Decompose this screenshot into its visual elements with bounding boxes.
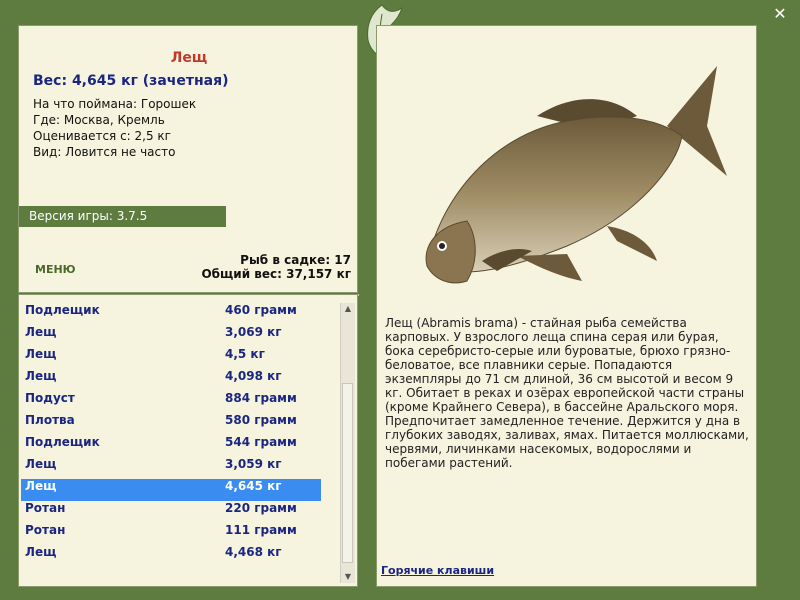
catch-fish-name: Ротан [25,501,66,515]
catch-fish-name: Подлещик [25,303,100,317]
catch-fish-name: Лещ [25,325,57,339]
sadok-total-weight: Общий вес: 37,157 кг [201,267,351,281]
catch-fish-weight: 4,468 кг [225,545,282,559]
catch-fish-weight: 4,5 кг [225,347,265,361]
catch-fish-name: Лещ [25,545,57,559]
catch-list-row[interactable]: Лещ 4,098 кг [21,369,321,391]
fish-info-panel: Лещ Вес: 4,645 кг (зачетная) На что пойм… [18,25,359,296]
catch-fish-name: Подуст [25,391,75,405]
catch-list-row[interactable]: Ротан 220 грамм [21,501,321,523]
catch-list-row[interactable]: Подлещик 460 грамм [21,303,321,325]
scrollbar[interactable]: ▲ ▼ [340,303,355,583]
catch-list-row[interactable]: Подуст 884 грамм [21,391,321,413]
catch-list-row[interactable]: Лещ 3,069 кг [21,325,321,347]
version-label: Версия игры: 3.7.5 [19,206,226,227]
catch-fish-weight: 111 грамм [225,523,297,537]
location-text: Где: Москва, Кремль [33,113,165,127]
catch-list-row[interactable]: Подлещик 544 грамм [21,435,321,457]
catch-fish-weight: 4,098 кг [225,369,282,383]
catch-fish-weight: 220 грамм [225,501,297,515]
catch-fish-weight: 544 грамм [225,435,297,449]
catch-list-row[interactable]: Лещ 4,645 кг [21,479,321,501]
kind-text: Вид: Ловится не часто [33,145,176,159]
catch-list-row[interactable]: Лещ 4,5 кг [21,347,321,369]
catch-fish-name: Лещ [25,479,57,493]
catch-fish-weight: 3,059 кг [225,457,282,471]
fish-description: Лещ (Abramis brama) - стайная рыба семей… [385,316,749,470]
catch-list-row[interactable]: Лещ 3,059 кг [21,457,321,479]
rated-from-text: Оценивается с: 2,5 кг [33,129,171,143]
catch-list-panel: Подлещик 460 грамм Лещ 3,069 кг Лещ 4,5 кг Лещ… [18,294,358,587]
hotkeys-link[interactable]: Горячие клавиши [381,564,494,577]
caught-on-text: На что поймана: Горошек [33,97,197,111]
fish-name-title: Лещ [170,50,208,66]
catch-list-row[interactable]: Плотва 580 грамм [21,413,321,435]
bream-fish-image [425,66,727,284]
catch-list-row[interactable]: Лещ 4,468 кг [21,545,321,567]
catch-list: Подлещик 460 грамм Лещ 3,069 кг Лещ 4,5 кг Лещ… [21,303,321,567]
catch-fish-name: Лещ [25,369,57,383]
catch-fish-weight: 884 грамм [225,391,297,405]
scroll-up-icon[interactable]: ▲ [341,303,355,315]
catch-fish-name: Ротан [25,523,66,537]
catch-fish-weight: 3,069 кг [225,325,282,339]
catch-fish-name: Подлещик [25,435,100,449]
catch-fish-name: Лещ [25,347,57,361]
close-icon[interactable]: ✕ [772,6,788,22]
scrollbar-thumb[interactable] [342,383,353,563]
scroll-down-icon[interactable]: ▼ [341,571,355,583]
catch-fish-weight: 580 грамм [225,413,297,427]
fish-details: На что поймана: Горошек Где: Москва, Кре… [33,96,196,160]
catch-fish-weight: 4,645 кг [225,479,282,493]
catch-fish-name: Лещ [25,457,57,471]
sadok-summary: Рыб в садке: 17 Общий вес: 37,157 кг [201,253,351,281]
menu-button[interactable]: МЕНЮ [35,263,76,276]
fish-description-panel: Лещ (Abramis brama) - стайная рыба семей… [376,25,757,587]
catch-fish-weight: 460 грамм [225,303,297,317]
fish-weight: Вес: 4,645 кг (зачетная) [33,73,229,89]
catch-fish-name: Плотва [25,413,75,427]
sadok-count: Рыб в садке: 17 [240,253,351,267]
catch-list-row[interactable]: Ротан 111 грамм [21,523,321,545]
